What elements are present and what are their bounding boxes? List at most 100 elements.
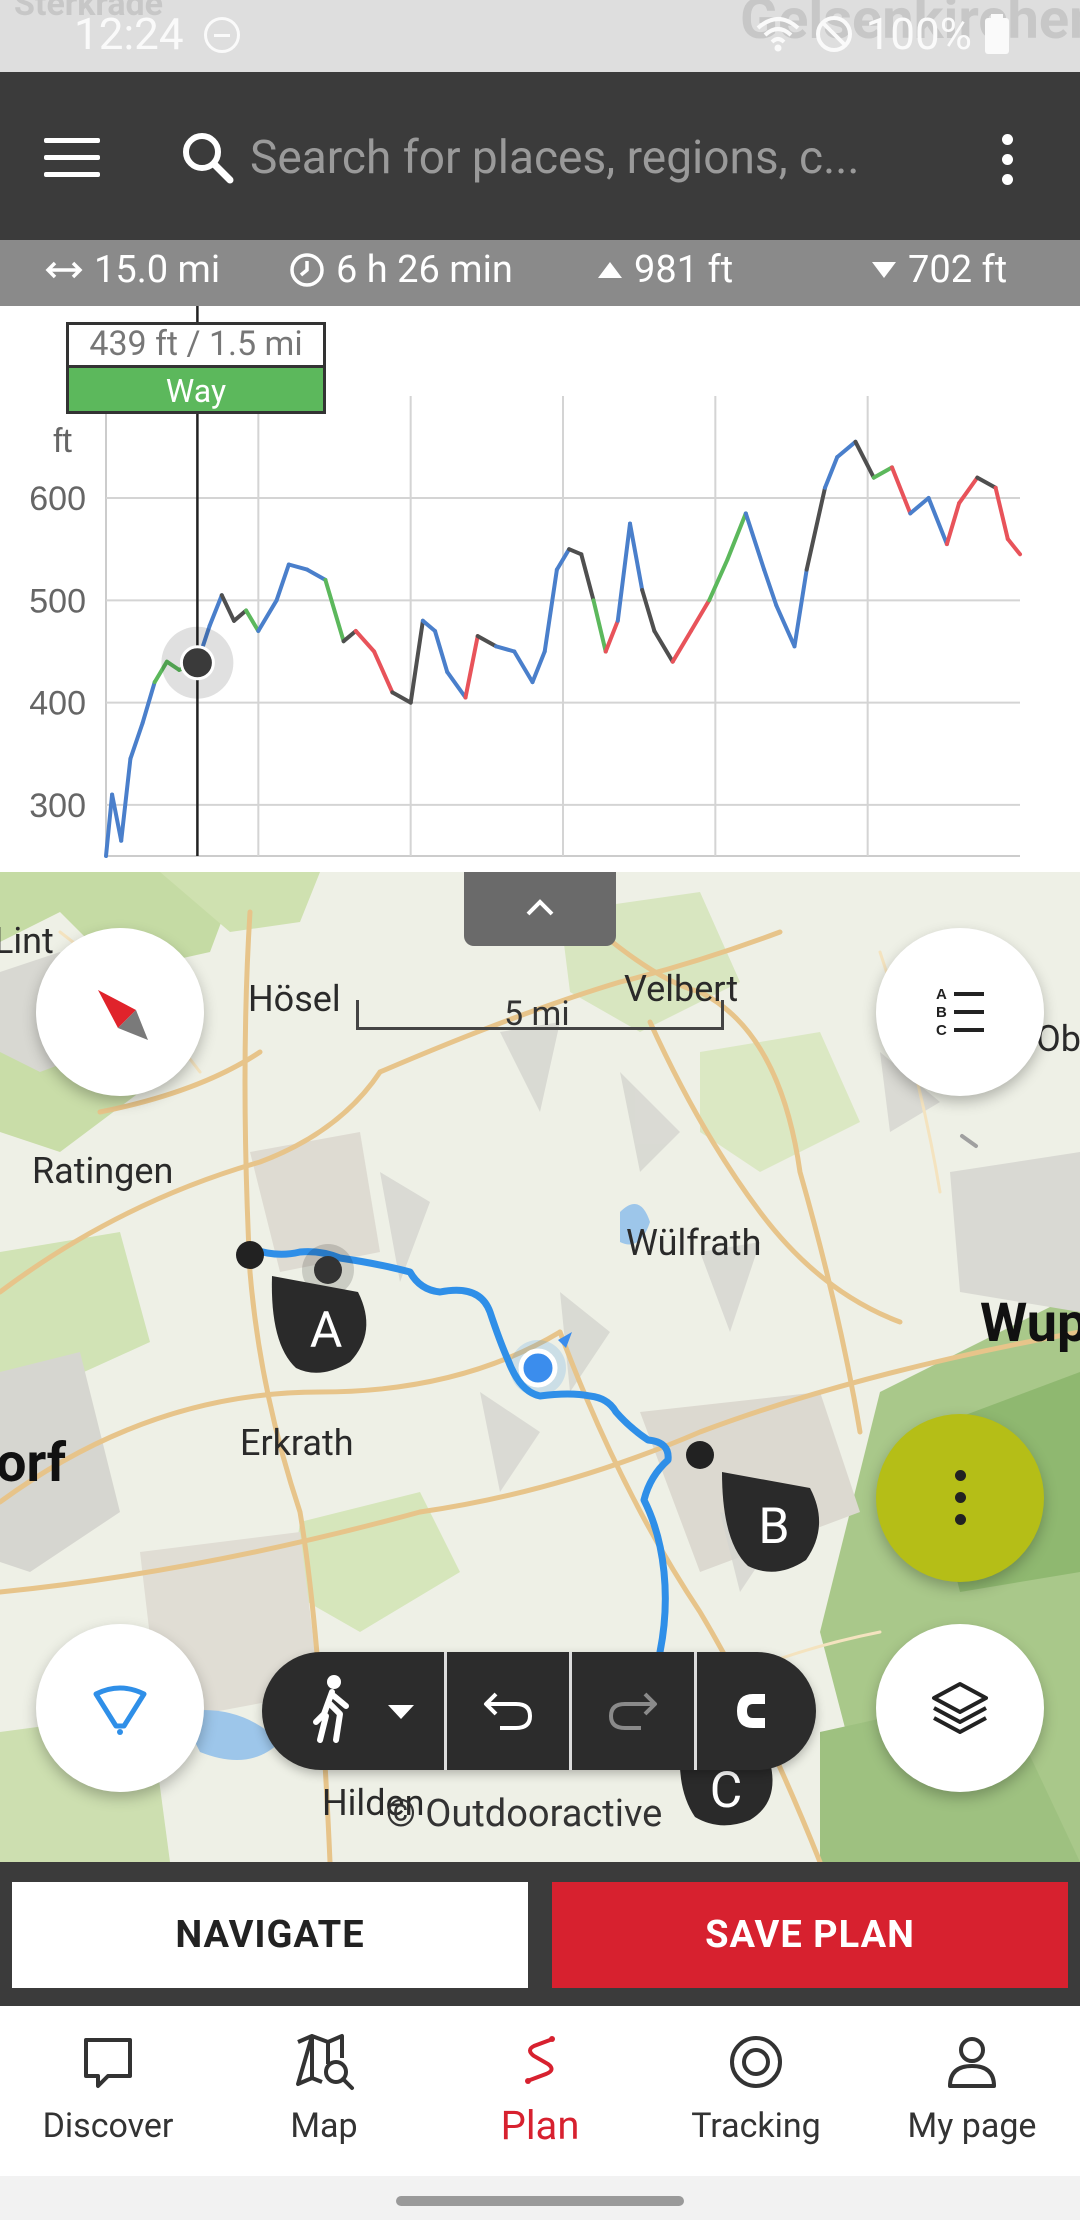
elevation-profile-chart[interactable]: 300 400 500 600 ft 439 ft / 1.5 mi Way — [0, 306, 1080, 872]
svg-text:C: C — [936, 1022, 947, 1039]
chart-series-segment — [408, 618, 425, 705]
user-icon — [948, 2037, 996, 2088]
waypoint-a-marker[interactable]: A — [296, 1302, 356, 1360]
tour-stats-bar: 15.0 mi 6 h 26 min 981 ft 702 ft — [0, 240, 1080, 306]
chart-series-segment — [774, 603, 797, 649]
action-bar: NAVIGATE SAVE PLAN — [0, 1862, 1080, 2006]
nav-label-map: Map — [290, 2106, 358, 2146]
distance-arrows-icon — [45, 261, 83, 279]
offline-signal-button[interactable] — [36, 1624, 204, 1792]
nav-label-discover: Discover — [42, 2106, 174, 2146]
undo-button[interactable] — [447, 1652, 569, 1770]
distance-value: 15.0 mi — [94, 248, 221, 292]
menu-icon[interactable] — [44, 138, 100, 178]
chart-series-segment — [110, 792, 124, 843]
collapse-chart-handle[interactable] — [464, 872, 616, 946]
chart-series-segment — [286, 562, 310, 572]
chevron-up-icon — [526, 899, 554, 916]
chart-series-segment — [244, 608, 261, 633]
chart-tooltip: 439 ft / 1.5 mi Way — [66, 322, 326, 414]
compass-icon — [98, 990, 148, 1040]
nav-item-plan[interactable]: Plan — [432, 2006, 648, 2176]
nav-label-tracking: Tracking — [691, 2106, 821, 2146]
chart-series-segment — [804, 485, 827, 572]
layers-icon — [932, 1682, 988, 1734]
redo-icon — [608, 1692, 657, 1730]
chart-series-segment — [853, 439, 876, 480]
chart-series-segment — [512, 649, 535, 685]
chart-series-segment — [890, 465, 913, 516]
status-time: 12:24 — [74, 8, 184, 60]
chart-series-segment — [579, 552, 596, 603]
map-label-hosel: Hösel — [248, 978, 341, 1020]
app-bar — [0, 72, 1080, 240]
redo-button[interactable] — [572, 1652, 694, 1770]
map-attribution[interactable]: © Outdooractive — [386, 1792, 662, 1836]
route-steps-button[interactable]: A B C — [876, 928, 1044, 1096]
nav-item-discover[interactable]: Discover — [0, 2006, 216, 2176]
chart-series-segment — [707, 557, 730, 603]
map-label-wuppertal: Wup — [980, 1292, 1080, 1355]
descent-stat: 702 ft — [870, 248, 1007, 292]
chart-y-tick-label: 500 — [29, 582, 86, 620]
chart-series-segment — [603, 618, 620, 654]
bottom-navigation: Discover Map Plan Tracking My page — [0, 2006, 1080, 2176]
chart-series-segment — [871, 465, 894, 480]
distance-stat: 15.0 mi — [44, 248, 220, 292]
signal-cone-icon — [93, 1685, 147, 1735]
nav-item-tracking[interactable]: Tracking — [648, 2006, 864, 2176]
ascent-value: 981 ft — [634, 248, 734, 292]
waypoint-c-marker[interactable]: C — [696, 1762, 756, 1820]
tooltip-elevation-distance: 439 ft / 1.5 mi — [89, 324, 303, 364]
save-plan-button[interactable]: SAVE PLAN — [552, 1882, 1068, 1988]
chart-series-segment — [232, 608, 249, 623]
chart-series-segment — [823, 455, 840, 490]
chart-series-segment — [591, 598, 608, 654]
map-view[interactable]: Lint Hösel Velbert Obe Ratingen Wülfrath… — [0, 872, 1080, 1862]
chart-y-ticks: 300 400 500 600 — [29, 480, 86, 825]
chart-series-segment — [494, 644, 517, 654]
chart-series-segment — [725, 511, 748, 562]
app-root: Sterkrade Gelsenkirchen 12:24 100% Searc… — [0, 0, 1080, 2220]
map-layers-button[interactable] — [876, 1624, 1044, 1792]
chart-series-segment — [323, 577, 346, 644]
navigate-button[interactable]: NAVIGATE — [12, 1882, 528, 1988]
chart-series-segment — [926, 496, 949, 547]
svg-text:B: B — [936, 1004, 947, 1021]
compass-button[interactable] — [36, 928, 204, 1096]
home-gesture-handle[interactable] — [396, 2196, 684, 2206]
nav-item-my-page[interactable]: My page — [864, 2006, 1080, 2176]
search-icon — [183, 133, 234, 184]
tooltip-surface-type: Way — [69, 365, 323, 411]
chart-series-segment — [628, 521, 645, 593]
map-search-icon — [296, 2034, 354, 2090]
caret-down-icon — [388, 1705, 414, 1719]
snap-to-path-button[interactable] — [697, 1652, 816, 1770]
chart-series-segment — [993, 485, 1010, 541]
chart-series-segment — [341, 629, 358, 644]
comment-icon — [84, 2038, 132, 2088]
magnet-icon — [737, 1694, 773, 1728]
svg-text:A: A — [936, 986, 947, 1003]
chart-series-segment — [305, 567, 328, 582]
chart-series-segment — [743, 511, 767, 572]
chart-y-tick-label: 400 — [29, 685, 86, 723]
wifi-icon — [756, 17, 799, 52]
chart-y-axis-label: ft — [53, 422, 72, 460]
chart-cursor-point[interactable] — [179, 645, 215, 681]
route-options-fab[interactable] — [876, 1414, 1044, 1582]
ascent-triangle-icon — [598, 262, 622, 278]
chart-series-segment — [390, 690, 413, 705]
chart-series-segment — [353, 629, 377, 654]
clock-icon — [290, 253, 324, 287]
chart-series-segment — [119, 756, 133, 843]
waypoint-b-marker[interactable]: B — [744, 1498, 804, 1556]
more-options-icon[interactable] — [990, 130, 1026, 190]
activity-selector[interactable] — [262, 1652, 444, 1770]
chart-series-segment — [256, 598, 279, 633]
nav-item-map[interactable]: Map — [216, 2006, 432, 2176]
descent-value: 702 ft — [908, 248, 1008, 292]
map-label-ratingen: Ratingen — [32, 1150, 174, 1192]
chart-series-segment — [615, 521, 632, 623]
search-input[interactable] — [250, 122, 910, 194]
